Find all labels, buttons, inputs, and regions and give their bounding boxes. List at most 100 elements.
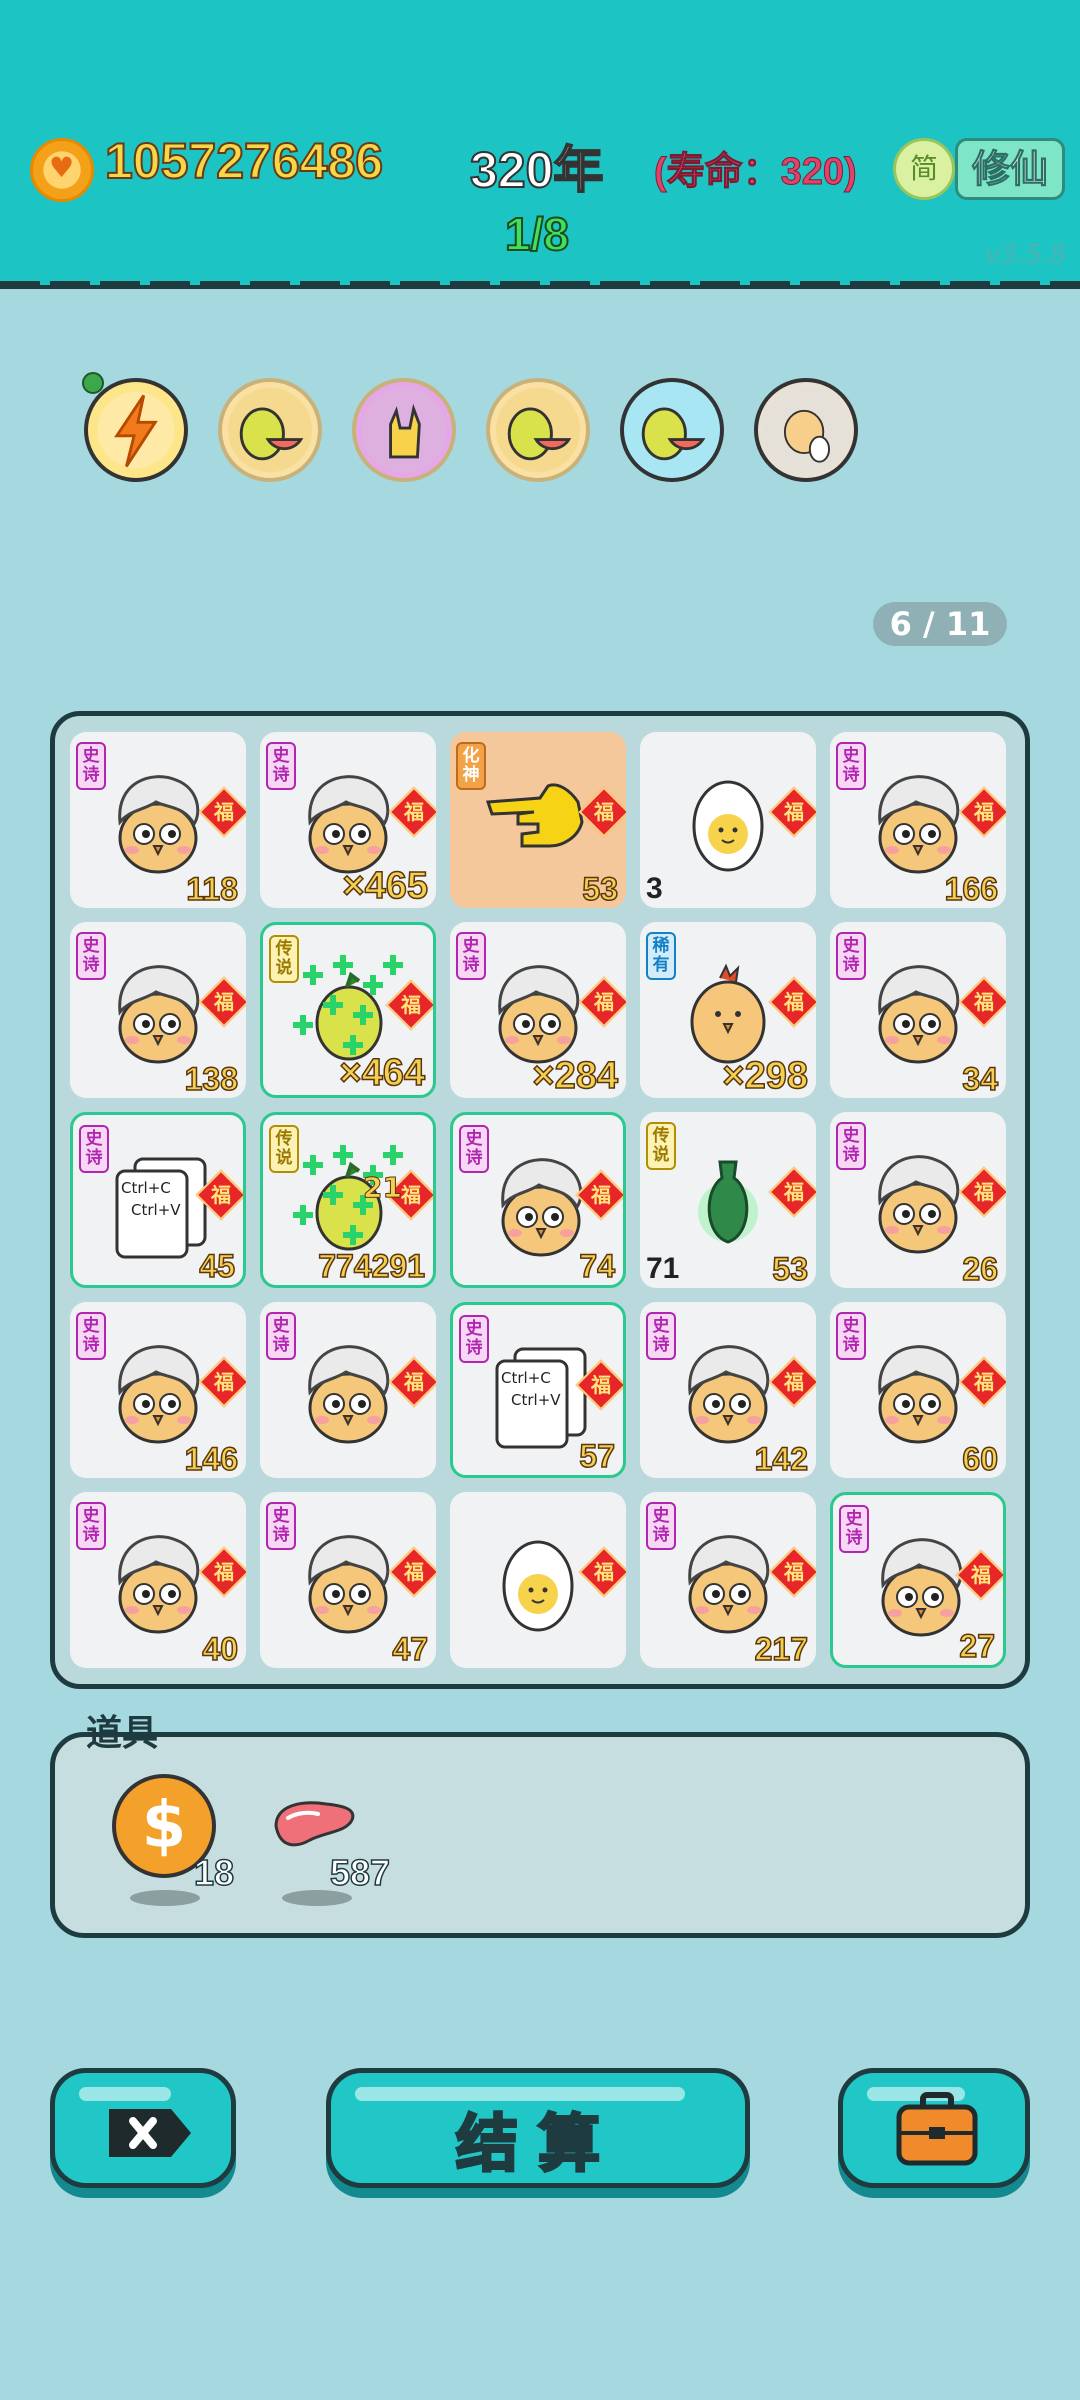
cell-value: 166 — [944, 870, 999, 908]
rarity-tag: 史诗 — [266, 742, 296, 790]
cell-multiplier: ×464 — [339, 1051, 426, 1095]
rarity-tag: 史诗 — [456, 932, 486, 980]
rarity-tag: 史诗 — [836, 932, 866, 980]
chick-character-icon — [118, 775, 200, 874]
page-indicator: 6 / 11 — [873, 602, 1007, 646]
grid-cell[interactable]: 福 — [450, 1492, 626, 1668]
grid-cell[interactable]: 史诗福 34 — [830, 922, 1006, 1098]
settle-button[interactable]: 结算 — [326, 2068, 750, 2188]
rarity-tag: 史诗 — [459, 1315, 489, 1363]
card-text: Ctrl+C Ctrl+V — [121, 1179, 181, 1219]
grid-cell[interactable]: 史诗福 27 — [830, 1492, 1006, 1668]
rarity-tag: 史诗 — [836, 1312, 866, 1360]
grid-cell[interactable]: 史诗福 138 — [70, 922, 246, 1098]
liver-icon[interactable] — [270, 1796, 360, 1856]
language-toggle-button[interactable]: 简 — [893, 138, 955, 200]
grid-cell[interactable]: 传说福 53 71 — [640, 1112, 816, 1288]
cell-value: 53 — [772, 1250, 809, 1288]
pointing-hand-icon — [485, 783, 584, 848]
prop-shadow — [130, 1890, 200, 1906]
cell-value: 53 — [582, 870, 619, 908]
grid-cell[interactable]: 史诗福 217 — [640, 1492, 816, 1668]
lightning-relic-icon[interactable] — [84, 378, 188, 482]
egg-icon — [502, 1540, 574, 1632]
cell-value: 34 — [962, 1060, 999, 1098]
rarity-tag: 史诗 — [76, 1502, 106, 1550]
grid-cell[interactable]: 史诗福 146 — [70, 1302, 246, 1478]
xiuxian-button[interactable]: 修仙 — [955, 138, 1065, 200]
grid-cell[interactable]: 史诗福 60 — [830, 1302, 1006, 1478]
grid-cell[interactable]: 福3 — [640, 732, 816, 908]
grid-cell[interactable]: Ctrl+C Ctrl+V 史诗福 45 — [70, 1112, 246, 1288]
coin-prop-count: 18 — [193, 1851, 235, 1894]
cell-counter: 71 — [646, 1252, 680, 1285]
chick-character-icon — [881, 1538, 963, 1637]
rock-hand-relic-icon[interactable] — [352, 378, 456, 482]
rarity-tag: 化神 — [456, 742, 486, 790]
briefcase-icon — [896, 2092, 978, 2166]
chick-egg-relic-icon[interactable] — [754, 378, 858, 482]
card-text: Ctrl+C Ctrl+V — [501, 1369, 561, 1409]
rarity-tag: 史诗 — [76, 932, 106, 980]
rarity-tag: 史诗 — [266, 1312, 296, 1360]
cell-value: 60 — [962, 1440, 999, 1478]
chick-character-icon — [501, 1158, 583, 1257]
close-x-icon — [109, 2109, 191, 2157]
cell-value: 40 — [202, 1630, 239, 1668]
pomelo-relic-icon-3[interactable] — [620, 378, 724, 482]
cell-value: 138 — [184, 1060, 239, 1098]
chick-character-icon — [498, 965, 580, 1064]
grid-cell[interactable]: 史诗福 ×465 — [260, 732, 436, 908]
chick-character-icon — [118, 1345, 200, 1444]
chick-character-icon — [118, 1535, 200, 1634]
rarity-tag: 传说 — [269, 935, 299, 983]
grid-cell[interactable]: 传说福 21 774291 — [260, 1112, 436, 1288]
rarity-tag: 史诗 — [839, 1505, 869, 1553]
grid-cell[interactable]: 传说福 ×464 — [260, 922, 436, 1098]
grid-cell[interactable]: 史诗福 26 — [830, 1112, 1006, 1288]
grid-cell[interactable]: 史诗福 74 — [450, 1112, 626, 1288]
chick-character-icon — [308, 1535, 390, 1634]
chick-character-icon — [308, 1345, 390, 1444]
grid-cell[interactable]: 史诗福 — [260, 1302, 436, 1478]
rarity-tag: 史诗 — [266, 1502, 296, 1550]
grid-cell[interactable]: 史诗福 40 — [70, 1492, 246, 1668]
grid-cell[interactable]: 史诗福 166 — [830, 732, 1006, 908]
grid-cell[interactable]: 化神福 53 — [450, 732, 626, 908]
grid-cell[interactable]: Ctrl+C Ctrl+V 史诗福 57 — [450, 1302, 626, 1478]
lifespan-label: (寿命：320) — [654, 151, 858, 194]
cell-value: 74 — [579, 1247, 616, 1285]
stage-progress: 1/8 — [504, 207, 570, 261]
cell-value: 27 — [959, 1627, 996, 1665]
pomelo-relic-icon[interactable] — [218, 378, 322, 482]
props-title: 道具 — [86, 1712, 159, 1754]
cell-badge: 21 — [363, 1171, 403, 1205]
chick-character-icon — [118, 965, 200, 1064]
header-divider — [0, 281, 1080, 287]
chick-character-icon — [308, 775, 390, 874]
coin-heart-icon — [30, 138, 94, 202]
rarity-tag: 传说 — [646, 1122, 676, 1170]
chick-character-icon — [688, 1535, 770, 1634]
cell-multiplier: ×465 — [342, 864, 429, 908]
grid-cell[interactable]: 史诗福 142 — [640, 1302, 816, 1478]
grid-cell[interactable]: 史诗福 118 — [70, 732, 246, 908]
grid-cell[interactable]: 史诗福 47 — [260, 1492, 436, 1668]
cell-multiplier: ×298 — [722, 1054, 809, 1098]
bag-button[interactable] — [838, 2068, 1030, 2188]
pomelo-relic-icon-2[interactable] — [486, 378, 590, 482]
rarity-tag: 传说 — [269, 1125, 299, 1173]
rarity-tag: 史诗 — [646, 1502, 676, 1550]
egg-icon — [692, 780, 764, 872]
close-button[interactable] — [50, 2068, 236, 2188]
rarity-tag: 史诗 — [76, 1312, 106, 1360]
grid-cell[interactable]: 史诗福 ×284 — [450, 922, 626, 1098]
year-counter: 320年 — [469, 141, 604, 199]
rarity-tag: 稀有 — [646, 932, 676, 980]
cell-value: 118 — [186, 870, 239, 908]
jade-vase-icon — [698, 1160, 758, 1244]
cell-value: 146 — [184, 1440, 239, 1478]
version-label: v3.5.8 — [985, 240, 1067, 270]
grid-cell[interactable]: 稀有福 ×298 — [640, 922, 816, 1098]
rarity-tag: 史诗 — [79, 1125, 109, 1173]
